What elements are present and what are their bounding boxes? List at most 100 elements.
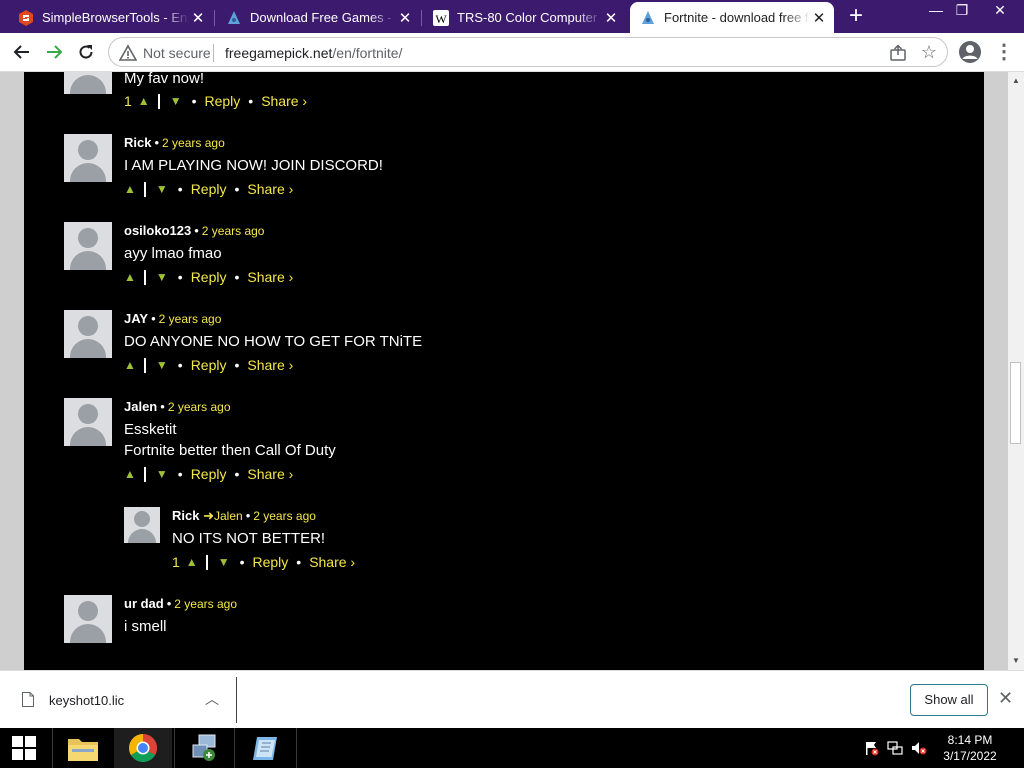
reload-button[interactable]: [72, 38, 100, 66]
notepad-app-button[interactable]: [236, 728, 294, 768]
network-app-button[interactable]: [176, 728, 234, 768]
downvote-icon[interactable]: ▼: [156, 358, 168, 372]
share-link[interactable]: Share ›: [309, 554, 355, 570]
close-icon[interactable]: ✕: [810, 9, 828, 27]
system-clock[interactable]: 8:14 PM 3/17/2022: [930, 732, 1010, 764]
upvote-icon[interactable]: ▲: [138, 94, 150, 108]
close-icon[interactable]: ✕: [189, 9, 207, 27]
scroll-down-arrow-icon[interactable]: ▼: [1008, 654, 1024, 668]
chevron-up-icon[interactable]: ︿: [205, 689, 219, 709]
comment-text: NO ITS NOT BETTER!: [172, 530, 326, 547]
comment-meta: ur dad • 2 years ago: [124, 596, 238, 611]
new-tab-button[interactable]: +: [842, 4, 870, 30]
back-button[interactable]: [8, 38, 36, 66]
separator-dot: •: [177, 357, 183, 373]
profile-avatar-icon[interactable]: [958, 40, 982, 64]
clock-time: 8:14 PM: [947, 733, 993, 747]
upvote-icon[interactable]: ▲: [124, 182, 136, 196]
comment-time[interactable]: 2 years ago: [159, 312, 222, 326]
tab-simplebrowsertools[interactable]: SimpleBrowserTools - Enjoy ✕: [8, 2, 213, 33]
share-link[interactable]: Share ›: [261, 93, 307, 109]
download-filename[interactable]: keyshot10.lic: [49, 693, 124, 708]
comment-author[interactable]: ur dad: [124, 596, 164, 611]
security-label[interactable]: Not secure: [143, 45, 211, 61]
share-link[interactable]: Share ›: [247, 181, 293, 197]
comment-author[interactable]: Jalen: [124, 399, 157, 414]
comment-text: DO ANYONE NO HOW TO GET FOR TNiTE: [124, 333, 423, 350]
url-text[interactable]: freegamepick.net/en/fortnite/: [225, 45, 402, 61]
forward-button[interactable]: [40, 38, 68, 66]
avatar[interactable]: [64, 72, 112, 94]
reply-link[interactable]: Reply: [204, 93, 240, 109]
chrome-button[interactable]: [114, 728, 172, 768]
reply-link[interactable]: Reply: [191, 269, 227, 285]
reply-link[interactable]: Reply: [252, 554, 288, 570]
close-icon[interactable]: ✕: [998, 688, 1013, 708]
downvote-icon[interactable]: ▼: [170, 94, 182, 108]
upvote-icon[interactable]: ▲: [186, 555, 198, 569]
downvote-icon[interactable]: ▼: [218, 555, 230, 569]
file-explorer-button[interactable]: [54, 728, 112, 768]
tab-separator: [214, 10, 215, 26]
bookmark-star-icon[interactable]: ☆: [921, 42, 937, 62]
avatar[interactable]: [64, 134, 112, 182]
avatar[interactable]: [64, 310, 112, 358]
upvote-icon[interactable]: ▲: [124, 358, 136, 372]
upvote-icon[interactable]: ▲: [124, 467, 136, 481]
notepad-icon: [253, 737, 277, 760]
flag-alert-icon[interactable]: [863, 740, 879, 756]
start-button[interactable]: [0, 728, 48, 768]
scroll-up-arrow-icon[interactable]: ▲: [1008, 74, 1024, 88]
close-icon[interactable]: ✕: [396, 9, 414, 27]
downvote-icon[interactable]: ▼: [156, 467, 168, 481]
comment-time[interactable]: 2 years ago: [253, 509, 316, 523]
share-link[interactable]: Share ›: [247, 269, 293, 285]
separator-dot: •: [177, 466, 183, 482]
show-all-button[interactable]: Show all: [910, 684, 988, 716]
reply-link[interactable]: Reply: [191, 357, 227, 373]
downvote-icon[interactable]: ▼: [156, 182, 168, 196]
network-icon[interactable]: [887, 740, 903, 756]
tab-fortnite[interactable]: Fortnite - download free fu ✕: [630, 2, 834, 33]
comment-time[interactable]: 2 years ago: [162, 136, 225, 150]
comment-meta: JAY • 2 years ago: [124, 311, 222, 326]
avatar[interactable]: [124, 507, 160, 543]
comment-time[interactable]: 2 years ago: [168, 400, 231, 414]
address-bar[interactable]: Not secure freegamepick.net/en/fortnite/…: [108, 37, 948, 67]
comment-actions: ▲ ▼ • Reply • Share ›: [124, 181, 301, 197]
comment-author[interactable]: JAY: [124, 311, 148, 326]
taskbar: 8:14 PM 3/17/2022: [0, 728, 1024, 768]
tab-trs80[interactable]: W TRS-80 Color Computer - W ✕: [423, 2, 626, 33]
avatar[interactable]: [64, 222, 112, 270]
restore-button[interactable]: ❐: [947, 0, 977, 22]
comment-author[interactable]: Rick: [124, 135, 151, 150]
downvote-icon[interactable]: ▼: [156, 270, 168, 284]
folder-icon: [68, 739, 98, 761]
reply-link[interactable]: Reply: [191, 466, 227, 482]
volume-muted-icon[interactable]: [911, 740, 927, 756]
comment-time[interactable]: 2 years ago: [174, 597, 237, 611]
close-icon[interactable]: ✕: [602, 9, 620, 27]
avatar[interactable]: [64, 398, 112, 446]
freegamepick-icon: [226, 10, 242, 26]
taskbar-divider: [52, 728, 53, 768]
avatar[interactable]: [64, 595, 112, 643]
comment-time[interactable]: 2 years ago: [202, 224, 265, 238]
menu-kebab-icon[interactable]: ⋮: [994, 38, 1014, 66]
share-link[interactable]: Share ›: [247, 466, 293, 482]
separator-dot: •: [234, 181, 240, 197]
upvote-icon[interactable]: ▲: [124, 270, 136, 284]
share-icon[interactable]: [889, 44, 907, 62]
tab-download-free-games[interactable]: Download Free Games - Fr ✕: [216, 2, 420, 33]
reply-to-author[interactable]: Jalen: [214, 509, 243, 523]
reply-link[interactable]: Reply: [191, 181, 227, 197]
comment-text: My fav now!: [124, 72, 205, 87]
tab-title: TRS-80 Color Computer - W: [457, 10, 602, 25]
comment-author[interactable]: Rick: [172, 508, 199, 523]
share-link[interactable]: Share ›: [247, 357, 293, 373]
comment-meta: Rick • 2 years ago: [124, 135, 225, 150]
taskbar-divider: [234, 728, 235, 768]
scrollbar-thumb[interactable]: [1010, 362, 1021, 444]
window-close-button[interactable]: ✕: [985, 0, 1015, 22]
comment-author[interactable]: osiloko123: [124, 223, 191, 238]
